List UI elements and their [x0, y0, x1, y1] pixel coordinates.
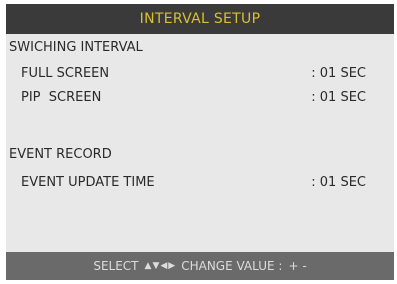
page-title: INTERVAL SETUP — [139, 11, 261, 27]
event-update-time-value[interactable]: : 01 SEC — [311, 175, 366, 190]
pip-screen-value[interactable]: : 01 SEC — [311, 90, 366, 105]
triangle-left-icon: ◀ — [160, 260, 168, 271]
triangle-right-icon: ▶ — [168, 260, 176, 271]
event-update-time-label: EVENT UPDATE TIME — [21, 174, 155, 190]
change-value-hint-label: CHANGE VALUE : — [181, 259, 283, 273]
switching-interval-heading: SWICHING INTERVAL — [9, 40, 143, 55]
pip-screen-label: PIP SCREEN — [21, 89, 102, 105]
change-value-keys: + - — [288, 259, 307, 273]
full-screen-label: FULL SCREEN — [21, 65, 110, 81]
event-update-time-row[interactable]: EVENT UPDATE TIME : 01 SEC — [21, 173, 366, 191]
interval-setup-screen: INTERVAL SETUP SWICHING INTERVAL FULL SC… — [6, 4, 394, 280]
select-hint-label: SELECT — [93, 259, 139, 273]
footer-help-bar: SELECT ▲ ▼ ◀ ▶ CHANGE VALUE : + - — [6, 252, 394, 280]
full-screen-row[interactable]: FULL SCREEN : 01 SEC — [21, 64, 366, 82]
triangle-up-icon: ▲ — [144, 260, 152, 271]
triangle-down-icon: ▼ — [152, 260, 160, 271]
event-record-heading: EVENT RECORD — [9, 147, 112, 162]
navigation-arrows: ▲ ▼ ◀ ▶ — [144, 260, 176, 271]
full-screen-value[interactable]: : 01 SEC — [311, 66, 366, 81]
pip-screen-row[interactable]: PIP SCREEN : 01 SEC — [21, 88, 366, 106]
title-bar: INTERVAL SETUP — [6, 4, 394, 34]
